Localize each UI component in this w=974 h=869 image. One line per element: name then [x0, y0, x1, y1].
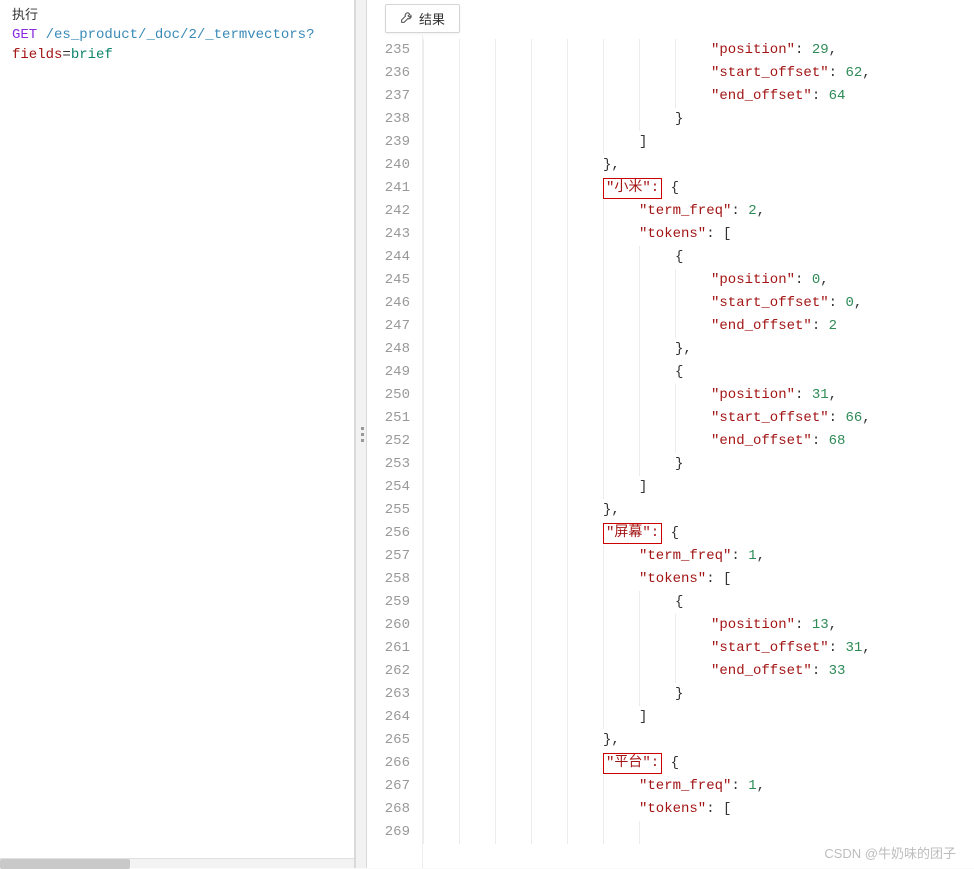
- code-line[interactable]: "start_offset": 62,: [423, 62, 974, 85]
- code-line[interactable]: "平台": {: [423, 752, 974, 775]
- equals-sign: =: [62, 47, 70, 63]
- highlight-box: "屏幕":: [603, 523, 662, 544]
- line-number: 255: [367, 499, 422, 522]
- code-line[interactable]: },: [423, 338, 974, 361]
- line-number: 242: [367, 200, 422, 223]
- horizontal-scrollbar[interactable]: [0, 858, 354, 868]
- code-line[interactable]: },: [423, 499, 974, 522]
- code-line[interactable]: "term_freq": 1,: [423, 545, 974, 568]
- line-number: 246: [367, 292, 422, 315]
- highlight-box: "小米":: [603, 178, 662, 199]
- line-number: 261: [367, 637, 422, 660]
- code-line[interactable]: "tokens": [: [423, 568, 974, 591]
- code-line[interactable]: },: [423, 729, 974, 752]
- request-editor[interactable]: 执行 GET /es_product/_doc/2/_termvectors? …: [0, 0, 354, 858]
- code-line[interactable]: ]: [423, 476, 974, 499]
- code-line[interactable]: "start_offset": 31,: [423, 637, 974, 660]
- execute-label: 执行: [12, 4, 354, 23]
- tab-result[interactable]: 结果: [385, 4, 460, 33]
- code-content[interactable]: "position": 29,"start_offset": 62,"end_o…: [423, 35, 974, 868]
- line-number: 239: [367, 131, 422, 154]
- line-number: 259: [367, 591, 422, 614]
- code-line[interactable]: ]: [423, 131, 974, 154]
- tab-result-label: 结果: [419, 9, 445, 28]
- line-number: 249: [367, 361, 422, 384]
- line-number: 253: [367, 453, 422, 476]
- code-line[interactable]: "position": 29,: [423, 39, 974, 62]
- code-line[interactable]: "term_freq": 2,: [423, 200, 974, 223]
- code-line[interactable]: "end_offset": 33: [423, 660, 974, 683]
- line-number: 266: [367, 752, 422, 775]
- line-number: 237: [367, 85, 422, 108]
- code-line[interactable]: {: [423, 591, 974, 614]
- line-number: 238: [367, 108, 422, 131]
- line-number: 248: [367, 338, 422, 361]
- code-line[interactable]: }: [423, 683, 974, 706]
- line-number: 268: [367, 798, 422, 821]
- code-line[interactable]: "tokens": [: [423, 223, 974, 246]
- code-line[interactable]: "屏幕": {: [423, 522, 974, 545]
- code-viewer[interactable]: 2352362372382392402412422432442452462472…: [367, 35, 974, 868]
- splitter-handle-icon: [358, 419, 366, 449]
- code-line[interactable]: [423, 821, 974, 844]
- result-panel: 结果 2352362372382392402412422432442452462…: [367, 0, 974, 868]
- line-number: 262: [367, 660, 422, 683]
- line-number: 241: [367, 177, 422, 200]
- line-number: 260: [367, 614, 422, 637]
- line-number-gutter: 2352362372382392402412422432442452462472…: [367, 35, 423, 868]
- code-line[interactable]: "position": 0,: [423, 269, 974, 292]
- vertical-scrollbar[interactable]: [962, 30, 974, 850]
- code-line[interactable]: "tokens": [: [423, 798, 974, 821]
- line-number: 244: [367, 246, 422, 269]
- request-path: /es_product/_doc/2/_termvectors?: [46, 27, 315, 43]
- code-line[interactable]: "position": 31,: [423, 384, 974, 407]
- line-number: 258: [367, 568, 422, 591]
- code-line[interactable]: {: [423, 361, 974, 384]
- param-key: fields: [12, 47, 62, 63]
- code-line[interactable]: {: [423, 246, 974, 269]
- code-line[interactable]: "term_freq": 1,: [423, 775, 974, 798]
- line-number: 245: [367, 269, 422, 292]
- line-number: 267: [367, 775, 422, 798]
- request-panel: 执行 GET /es_product/_doc/2/_termvectors? …: [0, 0, 355, 868]
- request-line-1[interactable]: GET /es_product/_doc/2/_termvectors?: [12, 25, 354, 45]
- line-number: 250: [367, 384, 422, 407]
- code-line[interactable]: "end_offset": 2: [423, 315, 974, 338]
- code-line[interactable]: "start_offset": 0,: [423, 292, 974, 315]
- code-line[interactable]: }: [423, 108, 974, 131]
- code-line[interactable]: "start_offset": 66,: [423, 407, 974, 430]
- line-number: 243: [367, 223, 422, 246]
- panel-splitter[interactable]: [355, 0, 367, 868]
- line-number: 252: [367, 430, 422, 453]
- code-line[interactable]: "end_offset": 64: [423, 85, 974, 108]
- line-number: 254: [367, 476, 422, 499]
- line-number: 256: [367, 522, 422, 545]
- wrench-icon: [400, 11, 413, 27]
- line-number: 236: [367, 62, 422, 85]
- line-number: 251: [367, 407, 422, 430]
- code-line[interactable]: }: [423, 453, 974, 476]
- line-number: 265: [367, 729, 422, 752]
- code-line[interactable]: "end_offset": 68: [423, 430, 974, 453]
- request-line-2[interactable]: fields=brief: [12, 45, 354, 65]
- http-method: GET: [12, 27, 37, 43]
- line-number: 257: [367, 545, 422, 568]
- code-line[interactable]: ]: [423, 706, 974, 729]
- line-number: 264: [367, 706, 422, 729]
- line-number: 263: [367, 683, 422, 706]
- code-line[interactable]: },: [423, 154, 974, 177]
- line-number: 269: [367, 821, 422, 844]
- code-line[interactable]: "position": 13,: [423, 614, 974, 637]
- line-number: 247: [367, 315, 422, 338]
- code-line[interactable]: "小米": {: [423, 177, 974, 200]
- line-number: 235: [367, 39, 422, 62]
- highlight-box: "平台":: [603, 753, 662, 774]
- tab-bar: 结果: [367, 0, 974, 33]
- line-number: 240: [367, 154, 422, 177]
- param-value: brief: [71, 47, 113, 63]
